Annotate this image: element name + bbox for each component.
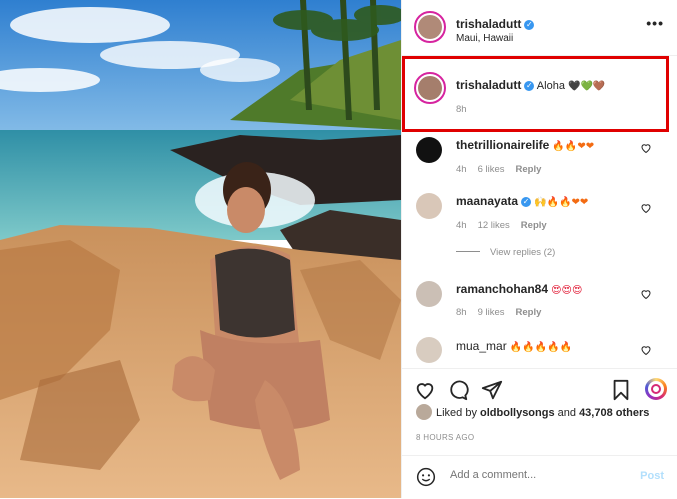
comment-username[interactable]: mua_mar — [456, 339, 507, 353]
story-ring-icon[interactable] — [645, 378, 667, 400]
like-comment-icon[interactable] — [640, 202, 652, 214]
comment-username[interactable]: ramanchohan84 — [456, 282, 548, 296]
comment-icon[interactable] — [447, 379, 469, 401]
verified-icon: ✓ — [521, 197, 532, 207]
emoji-icon[interactable] — [416, 467, 436, 487]
comment-item: mua_mar 🔥🔥🔥🔥🔥 — [402, 332, 677, 366]
action-bar — [402, 368, 677, 409]
comment-emojis: 🔥🔥❤❤ — [552, 141, 595, 152]
comment-meta: 4h 12 likes Reply — [456, 220, 547, 231]
commenter-avatar[interactable] — [416, 281, 442, 307]
liked-prefix: Liked by — [436, 407, 481, 419]
comment-emojis: 😍😍😍 — [551, 285, 583, 296]
comment-username[interactable]: thetrillionairelife — [456, 138, 549, 152]
comment-item: thetrillionairelife 🔥🔥❤❤ 4h 6 likes Reply — [402, 132, 677, 182]
comment-text: thetrillionairelife 🔥🔥❤❤ — [456, 138, 594, 154]
liker-avatar[interactable] — [416, 404, 432, 420]
comment-text: ramanchohan84 😍😍😍 — [456, 282, 582, 298]
comment-username[interactable]: maanayata — [456, 194, 518, 208]
comment-time: 4h — [456, 164, 467, 175]
likes-count[interactable]: 43,708 others — [579, 407, 649, 419]
liked-by: Liked by oldbollysongs and 43,708 others — [416, 404, 649, 420]
post-photo[interactable] — [0, 0, 401, 498]
save-bookmark-icon[interactable] — [610, 379, 632, 401]
reply-button[interactable]: Reply — [516, 307, 542, 318]
like-comment-icon[interactable] — [640, 142, 652, 154]
beach-photo-image — [0, 0, 401, 498]
add-comment-bar: Post — [402, 455, 677, 499]
comment-likes[interactable]: 6 likes — [478, 164, 505, 175]
view-replies-label: View replies (2) — [490, 247, 556, 258]
comment-text: mua_mar 🔥🔥🔥🔥🔥 — [456, 339, 572, 355]
comment-likes[interactable]: 12 likes — [478, 220, 510, 231]
like-comment-icon[interactable] — [640, 288, 652, 300]
liker-username[interactable]: oldbollysongs — [480, 407, 555, 419]
commenter-avatar[interactable] — [416, 137, 442, 163]
author-avatar[interactable] — [414, 11, 446, 43]
comment-text: maanayata ✓ 🙌🔥🔥❤❤ — [456, 194, 588, 210]
comment-emojis: 🙌🔥🔥❤❤ — [534, 197, 589, 208]
comment-item: ramanchohan84 😍😍😍 8h 9 likes Reply — [402, 276, 677, 326]
comment-item: maanayata ✓ 🙌🔥🔥❤❤ 4h 12 likes Reply — [402, 188, 677, 238]
commenter-avatar[interactable] — [416, 193, 442, 219]
comment-time: 4h — [456, 220, 467, 231]
verified-icon: ✓ — [524, 20, 535, 30]
more-options-icon[interactable]: ••• — [646, 15, 664, 31]
like-icon[interactable] — [414, 379, 436, 401]
comment-meta: 4h 6 likes Reply — [456, 164, 541, 175]
comment-emojis: 🔥🔥🔥🔥🔥 — [509, 342, 573, 353]
comment-time: 8h — [456, 307, 467, 318]
reply-button[interactable]: Reply — [516, 164, 542, 175]
liked-middle: and — [554, 407, 580, 419]
post-comment-button[interactable]: Post — [640, 470, 664, 482]
like-comment-icon[interactable] — [640, 344, 652, 356]
highlight-box — [402, 56, 669, 132]
author-username[interactable]: trishaladutt — [456, 17, 521, 31]
divider-line — [456, 251, 480, 252]
comment-likes[interactable]: 9 likes — [478, 307, 505, 318]
share-icon[interactable] — [481, 379, 503, 401]
post-time-ago[interactable]: 8 HOURS AGO — [416, 433, 474, 442]
reply-button[interactable]: Reply — [521, 220, 547, 231]
post-header: trishaladutt ✓ Maui, Hawaii ••• — [402, 0, 677, 56]
comment-input[interactable] — [448, 468, 632, 482]
post-location[interactable]: Maui, Hawaii — [456, 33, 513, 44]
view-replies-button[interactable]: View replies (2) — [456, 247, 555, 258]
commenter-avatar[interactable] — [416, 337, 442, 363]
comment-meta: 8h 9 likes Reply — [456, 307, 541, 318]
